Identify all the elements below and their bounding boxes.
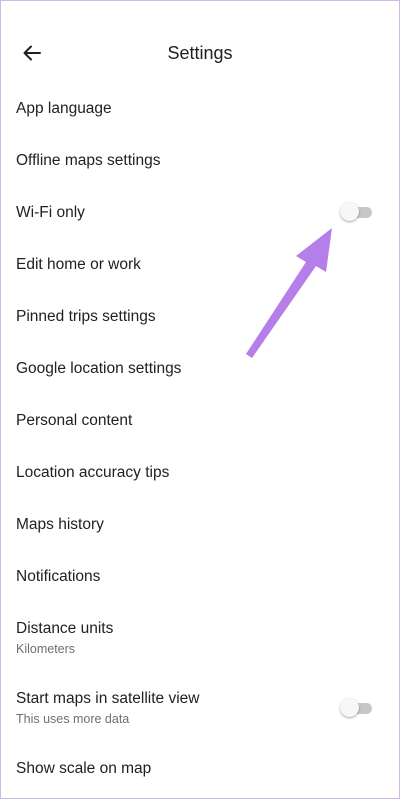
setting-label: Maps history: [16, 516, 104, 533]
setting-label: Distance units: [16, 620, 114, 637]
setting-label: Pinned trips settings: [16, 308, 156, 325]
setting-label: Location accuracy tips: [16, 464, 170, 481]
setting-label: Show scale on map: [16, 760, 152, 777]
setting-label: Personal content: [16, 412, 133, 429]
setting-offline-maps[interactable]: Offline maps settings: [0, 148, 400, 174]
toggle-thumb: [340, 698, 359, 717]
setting-edit-home-work[interactable]: Edit home or work: [0, 252, 400, 278]
toggle-thumb: [340, 202, 359, 221]
setting-wifi-only[interactable]: Wi-Fi only: [0, 200, 400, 226]
app-bar: Settings: [0, 0, 400, 84]
setting-satellite-view[interactable]: Start maps in satellite view This uses m…: [0, 686, 400, 730]
annotation-arrow-icon: [246, 228, 332, 358]
setting-maps-history[interactable]: Maps history: [0, 512, 400, 538]
setting-label: Start maps in satellite view: [16, 690, 200, 707]
setting-show-scale[interactable]: Show scale on map: [0, 756, 400, 782]
setting-distance-units[interactable]: Distance units Kilometers: [0, 616, 400, 660]
setting-notifications[interactable]: Notifications: [0, 564, 400, 590]
page-title: Settings: [167, 43, 233, 63]
wifi-only-toggle[interactable]: [340, 202, 374, 222]
satellite-view-toggle[interactable]: [340, 698, 374, 718]
setting-personal-content[interactable]: Personal content: [0, 408, 400, 434]
setting-label: App language: [16, 100, 112, 117]
setting-app-language[interactable]: App language: [0, 96, 400, 122]
setting-label: Notifications: [16, 568, 101, 585]
setting-pinned-trips[interactable]: Pinned trips settings: [0, 304, 400, 330]
setting-label: Wi-Fi only: [16, 204, 85, 221]
setting-label: Offline maps settings: [16, 152, 161, 169]
setting-label: Edit home or work: [16, 256, 141, 273]
setting-value: Kilometers: [16, 642, 76, 656]
setting-subtitle: This uses more data: [16, 712, 130, 726]
setting-google-location[interactable]: Google location settings: [0, 356, 400, 382]
setting-location-accuracy[interactable]: Location accuracy tips: [0, 460, 400, 486]
setting-label: Google location settings: [16, 360, 182, 377]
